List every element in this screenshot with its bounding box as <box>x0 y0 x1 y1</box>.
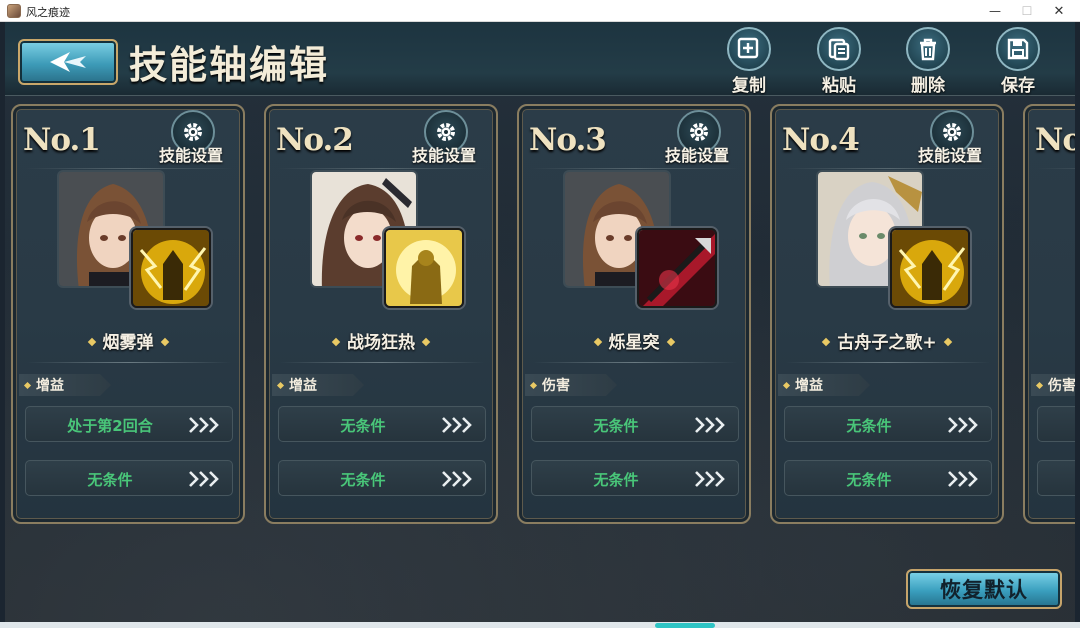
chevrons-right-icon <box>189 417 219 433</box>
skill-icon <box>384 228 464 308</box>
paste-label: 粘贴 <box>822 76 856 96</box>
condition-row[interactable]: 处于第2回合 <box>25 406 233 442</box>
maximize-button[interactable]: ☐ <box>1010 0 1044 22</box>
scroll-indicator[interactable] <box>655 623 715 628</box>
condition-row[interactable]: 无条件 <box>278 406 486 442</box>
delete-label: 删除 <box>911 76 945 96</box>
skill-icon <box>637 228 717 308</box>
category-tag: 增益 <box>272 374 364 396</box>
card-number: No.1 <box>23 122 101 158</box>
card-number: No.3 <box>529 122 607 158</box>
chevrons-right-icon <box>695 417 725 433</box>
condition-text: 无条件 <box>593 417 639 435</box>
delete-button[interactable]: 删除 <box>898 27 958 96</box>
condition-text: 无条件 <box>87 471 133 489</box>
save-label: 保存 <box>1001 76 1035 96</box>
skill-settings-label: 技能设置 <box>412 146 477 165</box>
skill-name: 古舟子之歌+ <box>837 333 937 353</box>
close-button[interactable]: ✕ <box>1042 0 1076 22</box>
skill-settings-label: 技能设置 <box>665 146 730 165</box>
condition-text: 无条件 <box>593 471 639 489</box>
category-tag: 增益 <box>19 374 111 396</box>
skill-settings-label: 技能设置 <box>918 146 983 165</box>
condition-row[interactable] <box>1037 406 1075 442</box>
skill-name: 烟雾弹 <box>102 333 154 353</box>
window-title: 风之痕迹 <box>26 6 70 19</box>
paste-button[interactable]: 粘贴 <box>809 27 869 96</box>
chevrons-right-icon <box>442 417 472 433</box>
trash-icon <box>920 38 936 61</box>
app-icon <box>7 4 21 18</box>
condition-text: 无条件 <box>340 471 386 489</box>
card-number: No.4 <box>782 122 860 158</box>
condition-row[interactable] <box>1037 460 1075 496</box>
header-bar: 技能轴编辑 复制 粘贴 删除 保存 <box>5 22 1075 96</box>
category-tag: 伤害 <box>525 374 617 396</box>
card-number: No.5 <box>1035 122 1075 158</box>
page-title: 技能轴编辑 <box>129 42 330 87</box>
skill-card[interactable]: No.5 伤害 <box>1023 104 1075 524</box>
back-arrow-icon <box>50 52 86 72</box>
chevrons-right-icon <box>189 471 219 487</box>
minimize-button[interactable]: — <box>978 0 1012 22</box>
skill-icon <box>890 228 970 308</box>
save-button[interactable]: 保存 <box>988 27 1048 96</box>
skill-card[interactable]: No.4 技能设置 古舟子之歌+ 增益 无条件 无条件 <box>770 104 1004 524</box>
restore-default-button[interactable]: 恢复默认 <box>906 569 1062 609</box>
skill-card[interactable]: No.3 技能设置 烁星突 伤害 无条件 无条件 <box>517 104 751 524</box>
window-titlebar: 风之痕迹 — ☐ ✕ <box>0 0 1080 22</box>
condition-row[interactable]: 无条件 <box>531 460 739 496</box>
category-tag: 增益 <box>778 374 870 396</box>
condition-row[interactable]: 无条件 <box>784 460 992 496</box>
skill-name: 战场狂热 <box>347 333 415 353</box>
restore-default-label: 恢复默认 <box>940 577 1028 602</box>
paste-icon <box>828 38 850 61</box>
chevrons-right-icon <box>948 471 978 487</box>
condition-text: 无条件 <box>340 417 386 435</box>
condition-text: 处于第2回合 <box>67 417 153 435</box>
chevrons-right-icon <box>695 471 725 487</box>
condition-row[interactable]: 无条件 <box>784 406 992 442</box>
chevrons-right-icon <box>442 471 472 487</box>
copy-label: 复制 <box>732 76 766 96</box>
game-canvas: 技能轴编辑 复制 粘贴 删除 保存 No.1 技能设置 烟雾弹 增益 处于第2回… <box>5 22 1075 622</box>
copy-button[interactable]: 复制 <box>719 27 779 96</box>
chevrons-right-icon <box>948 417 978 433</box>
skill-name: 烁星突 <box>608 333 660 353</box>
skill-card[interactable]: No.1 技能设置 烟雾弹 增益 处于第2回合 无条件 <box>11 104 245 524</box>
skill-settings-label: 技能设置 <box>159 146 224 165</box>
bottom-strip <box>0 622 1080 628</box>
skill-card[interactable]: No.2 技能设置 战场狂热 增益 无条件 无条件 <box>264 104 498 524</box>
condition-text: 无条件 <box>846 417 892 435</box>
skill-icon <box>131 228 211 308</box>
card-number: No.2 <box>276 122 354 158</box>
save-icon <box>1007 38 1029 60</box>
condition-row[interactable]: 无条件 <box>25 460 233 496</box>
condition-row[interactable]: 无条件 <box>278 460 486 496</box>
condition-row[interactable]: 无条件 <box>531 406 739 442</box>
category-tag: 伤害 <box>1031 374 1075 396</box>
copy-icon <box>737 37 759 59</box>
back-button[interactable] <box>18 39 118 85</box>
condition-text: 无条件 <box>846 471 892 489</box>
